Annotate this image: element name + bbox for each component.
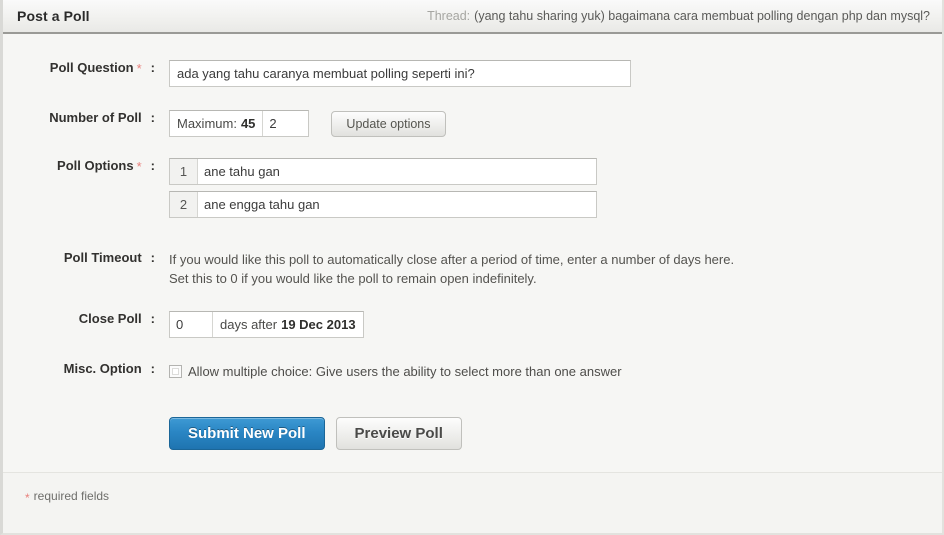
- poll-option-1-input[interactable]: [198, 159, 596, 184]
- poll-form: Poll Question * : Number of Poll : Maxim…: [3, 34, 942, 474]
- number-of-poll-label: Number of Poll :: [49, 110, 155, 125]
- poll-options-label: Poll Options * :: [57, 158, 155, 174]
- poll-option-2-input[interactable]: [198, 192, 596, 217]
- submit-new-poll-button[interactable]: Submit New Poll: [169, 417, 325, 450]
- poll-question-label: Poll Question * :: [49, 60, 155, 76]
- allow-multiple-choice-label: Allow multiple choice: Give users the ab…: [188, 364, 622, 379]
- close-poll-group: days after 19 Dec 2013: [169, 311, 364, 338]
- poll-timeout-help-line-1: If you would like this poll to automatic…: [169, 252, 735, 267]
- maximum-value: 45: [240, 116, 256, 131]
- number-of-poll-group: Maximum: 45: [169, 110, 310, 137]
- page-title: Post a Poll: [17, 8, 90, 24]
- number-of-poll-input[interactable]: [262, 111, 309, 136]
- thread-title: (yang tahu sharing yuk) bagaimana cara m…: [474, 9, 930, 23]
- poll-timeout-label: Poll Timeout :: [63, 250, 155, 265]
- thread-label: Thread:: [427, 9, 471, 23]
- poll-option-2-number: 2: [170, 192, 198, 217]
- poll-options-row: Poll Options * : 1 2: [25, 158, 597, 224]
- required-fields-text: required fields: [33, 489, 110, 503]
- allow-multiple-choice-checkbox[interactable]: [169, 365, 182, 378]
- number-of-poll-row: Number of Poll : Maximum: 45 Update opti…: [25, 110, 446, 137]
- page-footer: * required fields: [3, 472, 942, 533]
- update-options-button[interactable]: Update options: [331, 110, 446, 137]
- misc-option-row: Misc. Option : Allow multiple choice: Gi…: [25, 361, 622, 379]
- post-a-poll-page: Post a Poll Thread: (yang tahu sharing y…: [0, 0, 944, 535]
- required-asterisk: *: [25, 491, 30, 505]
- poll-timeout-help: If you would like this poll to automatic…: [169, 250, 734, 288]
- days-after-label: days after: [220, 317, 278, 332]
- poll-timeout-row: Poll Timeout : If you would like this po…: [25, 250, 734, 288]
- thread-info: Thread: (yang tahu sharing yuk) bagaiman…: [427, 9, 930, 23]
- poll-option-1: 1: [169, 158, 597, 185]
- poll-option-2: 2: [169, 191, 597, 218]
- poll-option-1-number: 1: [170, 159, 198, 184]
- close-poll-row: Close Poll : days after 19 Dec 2013: [25, 311, 364, 338]
- required-asterisk: *: [136, 159, 142, 174]
- form-actions-row: Submit New Poll Preview Poll: [25, 417, 462, 450]
- poll-timeout-help-line-2: Set this to 0 if you would like the poll…: [169, 271, 537, 286]
- close-poll-date: 19 Dec 2013: [281, 317, 356, 332]
- allow-multiple-choice-row[interactable]: Allow multiple choice: Give users the ab…: [169, 364, 622, 379]
- close-poll-suffix: days after 19 Dec 2013: [212, 312, 363, 337]
- maximum-prefix: Maximum: 45: [170, 111, 263, 136]
- required-fields-note: * required fields: [25, 489, 942, 505]
- required-asterisk: *: [136, 61, 142, 76]
- poll-question-input[interactable]: [169, 60, 631, 87]
- poll-question-row: Poll Question * :: [25, 60, 631, 87]
- close-poll-label: Close Poll :: [78, 311, 155, 326]
- page-header: Post a Poll Thread: (yang tahu sharing y…: [3, 0, 942, 34]
- preview-poll-button[interactable]: Preview Poll: [335, 417, 462, 450]
- close-poll-days-input[interactable]: [170, 312, 212, 337]
- maximum-label: Maximum:: [177, 116, 237, 131]
- misc-option-label: Misc. Option :: [63, 361, 155, 376]
